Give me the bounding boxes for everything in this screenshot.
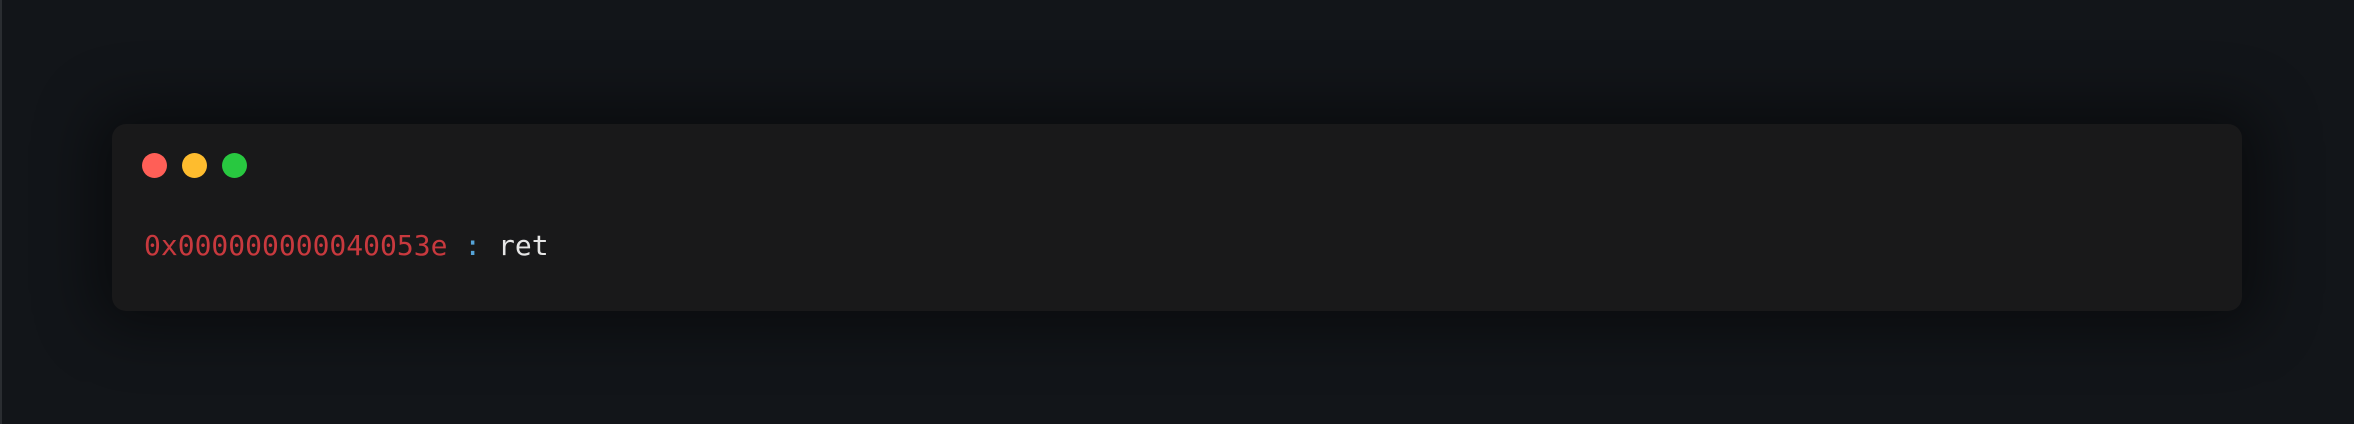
code-window: 0x000000000040053e : ret: [112, 124, 2242, 311]
page: 0x000000000040053e : ret: [0, 0, 2354, 424]
close-dot-icon[interactable]: [142, 153, 167, 178]
maximize-dot-icon[interactable]: [222, 153, 247, 178]
minimize-dot-icon[interactable]: [182, 153, 207, 178]
code-line: 0x000000000040053e : ret: [144, 226, 549, 266]
left-border: [0, 0, 2, 424]
code-separator: :: [464, 229, 482, 262]
code-instruction: ret: [498, 229, 549, 262]
window-controls: [142, 153, 247, 178]
code-address: 0x000000000040053e: [144, 229, 448, 262]
